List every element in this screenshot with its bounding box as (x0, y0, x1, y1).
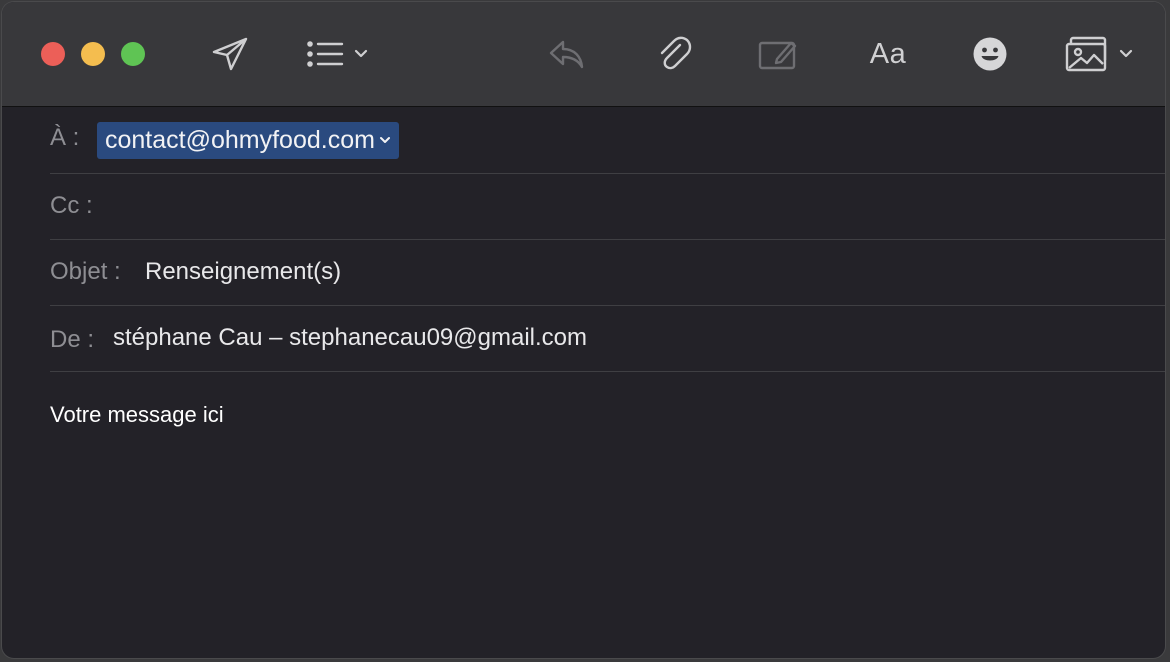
markup-button[interactable] (754, 30, 802, 78)
to-row: À : contact@ohmyfood.com (50, 108, 1165, 174)
from-field[interactable]: stéphane Cau – stephanecau09@gmail.com (113, 324, 587, 352)
recipient-address: contact@ohmyfood.com (105, 126, 375, 154)
close-window-button[interactable] (41, 42, 65, 66)
reply-arrow-icon (549, 40, 584, 69)
list-bullets-icon (307, 41, 344, 67)
message-body[interactable]: Votre message ici (50, 402, 224, 428)
format-label: Aa (869, 37, 907, 70)
cc-label: Cc : (50, 192, 93, 219)
paperclip-icon (660, 36, 692, 70)
markup-pencil-icon (758, 41, 797, 70)
zoom-window-button[interactable] (121, 42, 145, 66)
subject-label: Objet : (50, 258, 121, 285)
emoji-button[interactable] (966, 30, 1014, 78)
compose-window: Aa À : contact@ohmyfood.com Cc: Objet:… (2, 2, 1165, 658)
paper-plane-icon (212, 37, 248, 71)
photo-browser-icon (1065, 36, 1107, 72)
cc-row[interactable]: Cc : (50, 174, 1165, 240)
toolbar: Aa (2, 2, 1165, 107)
chevron-down-icon (1119, 49, 1133, 58)
send-button[interactable] (206, 30, 254, 78)
subject-field[interactable]: Renseignement(s) (145, 258, 341, 286)
subject-row: Objet : Renseignement(s) (50, 240, 1165, 306)
photo-browser-button[interactable] (1060, 30, 1138, 78)
header-fields: À : contact@ohmyfood.com Cc : Objet : Re… (50, 108, 1165, 372)
smiley-icon (973, 37, 1007, 71)
reply-button[interactable] (542, 30, 590, 78)
to-label: À : (50, 124, 80, 151)
header-fields-button[interactable] (304, 30, 370, 78)
format-button[interactable]: Aa (858, 30, 918, 78)
recipient-token[interactable]: contact@ohmyfood.com (97, 122, 399, 159)
from-row: De : stéphane Cau – stephanecau09@gmail.… (50, 306, 1165, 372)
from-label: De : (50, 326, 95, 353)
attach-button[interactable] (650, 30, 698, 78)
chevron-down-icon (379, 137, 390, 143)
chevron-down-icon (354, 49, 368, 58)
minimize-window-button[interactable] (81, 42, 105, 66)
